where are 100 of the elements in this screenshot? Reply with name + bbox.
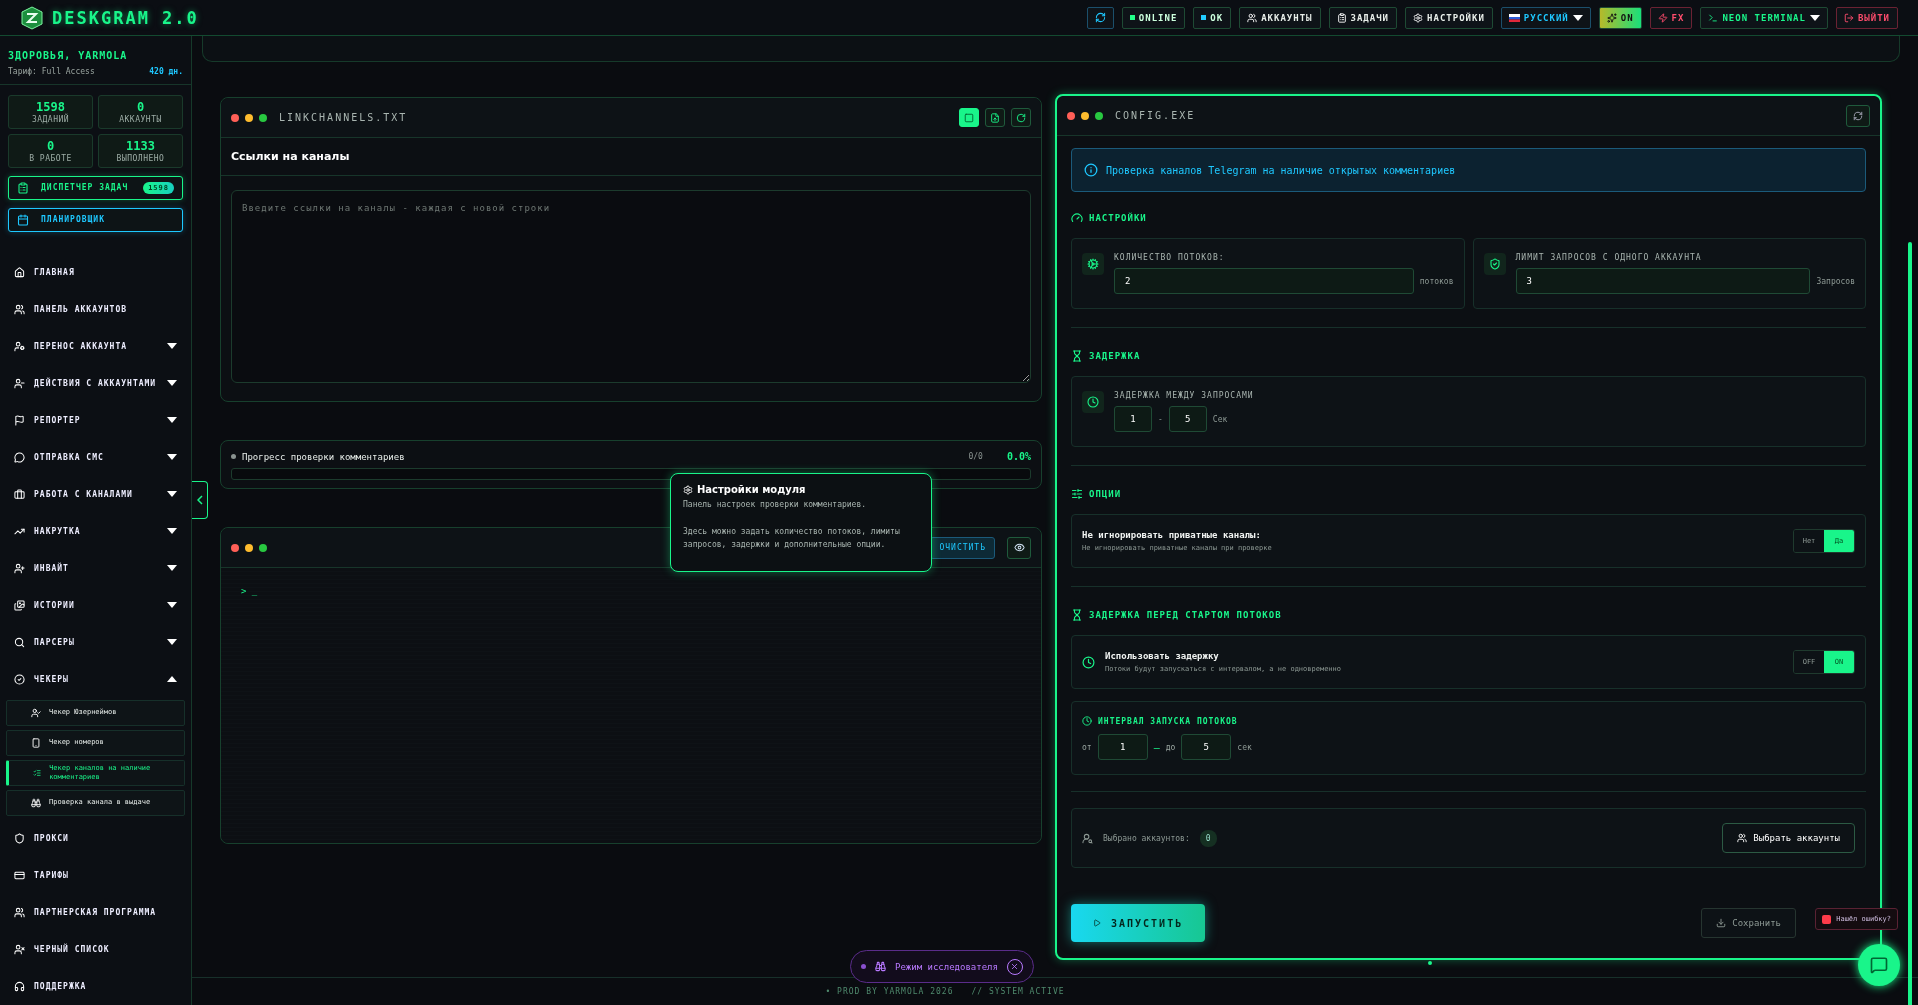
nav-button[interactable]: АККАУНТЫ	[1239, 6, 1321, 29]
field-label: ЛИМИТ ЗАПРОСОВ С ОДНОГО АККАУНТА	[1515, 253, 1703, 262]
stat-label: АККАУНТЫ	[119, 115, 162, 124]
refresh-icon	[1016, 112, 1026, 123]
tooltip-title: Настройки модуля	[683, 484, 919, 495]
fx-button[interactable]: FX	[1649, 6, 1693, 29]
nav-button[interactable]: НАСТРОЙКИ	[1405, 6, 1493, 29]
file-upload-icon	[990, 112, 1000, 123]
number-field[interactable]: 1	[1097, 734, 1148, 760]
config-title: CONFIG.EXE	[1115, 110, 1197, 121]
caret-icon	[167, 416, 177, 423]
status-button[interactable]: OK	[1193, 6, 1232, 29]
from-label: от	[1082, 742, 1092, 752]
sparkle-icon	[1606, 12, 1617, 23]
tooltip-text: Здесь можно задать количество потоков, лимиты запросов, задержки и дополнительные опции.	[683, 525, 901, 551]
language-dropdown[interactable]: РУССКИЙ	[1500, 6, 1591, 29]
run-button[interactable]: ЗАПУСТИТЬ	[1071, 904, 1206, 942]
collapse-button[interactable]	[192, 481, 208, 519]
clock-icon	[1082, 655, 1095, 669]
caret-icon	[1809, 14, 1820, 21]
refresh-button[interactable]	[1086, 6, 1114, 29]
explorer-mode-pill[interactable]: Режим исследователя	[850, 950, 1034, 983]
sidebar-item[interactable]: ПАРСЕРЫ	[0, 623, 191, 661]
user-icon	[1082, 832, 1093, 844]
theme-dropdown[interactable]: NEON TERMINAL	[1700, 6, 1828, 29]
number-field[interactable]: 5	[1181, 734, 1232, 760]
to-label: до	[1165, 742, 1176, 752]
window-dot	[259, 113, 267, 122]
sidebar-item[interactable]: ПОДДЕРЖКА	[0, 968, 191, 1005]
sidebar-item[interactable]: ИСТОРИИ	[0, 586, 191, 624]
sidebar-item[interactable]: ИНВАЙТ	[0, 549, 191, 587]
chat-button[interactable]	[1858, 944, 1900, 986]
caret-icon	[167, 675, 177, 682]
sidebar-item[interactable]: НАКРУТКА	[0, 512, 191, 550]
users-icon	[1247, 12, 1258, 23]
sidebar-item[interactable]: ДЕЙСТВИЯ С АККАУНТАМИ	[0, 364, 191, 402]
caret-icon	[167, 379, 177, 386]
progress-percent: 0.0%	[1006, 451, 1031, 462]
section-heading: Ссылки на каналы	[221, 138, 1041, 176]
nav-button[interactable]: ЗАДАЧИ	[1328, 6, 1398, 29]
progress-label: Прогресс проверки комментариев	[242, 451, 406, 462]
sidebar-item[interactable]: РЕПОРТЕР	[0, 401, 191, 439]
sidebar-item[interactable]: ГЛАВНАЯ	[0, 253, 191, 291]
field-label: ЗАДЕРЖКА МЕЖДУ ЗАПРОСАМИ	[1114, 391, 1255, 400]
sidebar-item[interactable]: ПАРТНЕРСКАЯ ПРОГРАММА	[0, 894, 191, 931]
caret-icon	[167, 638, 177, 645]
logout-button[interactable]: ВЫЙТИ	[1835, 6, 1898, 29]
clipboard-icon	[1336, 12, 1347, 23]
sidebar-item[interactable]: РАБОТА С КАНАЛАМИ	[0, 475, 191, 513]
save-button[interactable]: Сохранить	[1701, 908, 1796, 938]
phone-icon	[31, 737, 41, 748]
refresh-icon	[1853, 110, 1863, 121]
section-title: ОПЦИИ	[1089, 489, 1122, 499]
tool-button[interactable]	[985, 108, 1005, 127]
sidebar-item[interactable]: ПЕРЕНОС АККАУНТА	[0, 327, 191, 365]
sidebar-item[interactable]: ПАНЕЛЬ АККАУНТОВ	[0, 290, 191, 328]
tool-button[interactable]	[1011, 108, 1031, 127]
users-icon	[14, 303, 25, 315]
view-button[interactable]	[1007, 536, 1031, 559]
unit-label: потоков	[1419, 276, 1454, 286]
range-dash: —	[1153, 741, 1160, 753]
unit-label: сек	[1237, 742, 1252, 752]
stat-label: В РАБОТЕ	[29, 154, 72, 163]
sidebar-item[interactable]: ТАРИФЫ	[0, 857, 191, 894]
sidebar-item[interactable]: ЧЕКЕРЫ	[0, 660, 191, 698]
users-icon	[1737, 833, 1748, 843]
window-dot	[1067, 111, 1075, 120]
scheduler-button[interactable]: ПЛАНИРОВЩИК	[8, 207, 183, 232]
unit-label: Сек	[1212, 414, 1228, 424]
number-field[interactable]: 2	[1114, 268, 1414, 294]
select-accounts-button[interactable]: Выбрать аккаунты	[1722, 823, 1855, 853]
window-dot	[1081, 111, 1089, 120]
toggle-button[interactable]: ON	[1598, 6, 1642, 29]
info-text: Проверка каналов Telegram на наличие открытых комментариев	[1106, 164, 1456, 176]
headset-icon	[14, 981, 25, 992]
file-title: LINKCHANNELS.TXT	[279, 112, 409, 123]
links-textarea[interactable]: Введите ссылки на каналы - каждая с новой строки	[231, 190, 1031, 383]
user-minus-icon	[14, 377, 25, 389]
caret-icon	[167, 601, 177, 608]
sidebar-item[interactable]: ОТПРАВКА СМС	[0, 438, 191, 476]
number-field[interactable]: 5	[1168, 406, 1207, 432]
stat-value: 0	[46, 139, 55, 153]
reset-button[interactable]	[1846, 104, 1870, 127]
page-dot	[1428, 961, 1432, 965]
user-gear-icon	[14, 340, 25, 352]
stat-label: ЗАДАНИЙ	[31, 115, 70, 124]
terminal-prompt: > _	[241, 586, 258, 596]
clear-button[interactable]: ОЧИСТИТЬ	[930, 536, 995, 559]
accounts-label: Выбрано аккаунтов:	[1103, 833, 1190, 843]
number-field[interactable]: 3	[1515, 268, 1811, 294]
option-title: Не игнорировать приватные каналы:	[1082, 530, 1262, 540]
calendar-icon	[17, 213, 29, 226]
sidebar-item[interactable]: ЧЕРНЫЙ СПИСОК	[0, 931, 191, 968]
status-button[interactable]: ONLINE	[1121, 6, 1186, 29]
number-field[interactable]: 1	[1114, 406, 1152, 432]
caret-icon	[167, 453, 177, 460]
sidebar-item[interactable]: ПРОКСИ	[0, 820, 191, 857]
users-icon	[14, 907, 25, 918]
section-title: НАСТРОЙКИ	[1089, 213, 1147, 223]
field-label: КОЛИЧЕСТВО ПОТОКОВ:	[1114, 253, 1226, 262]
